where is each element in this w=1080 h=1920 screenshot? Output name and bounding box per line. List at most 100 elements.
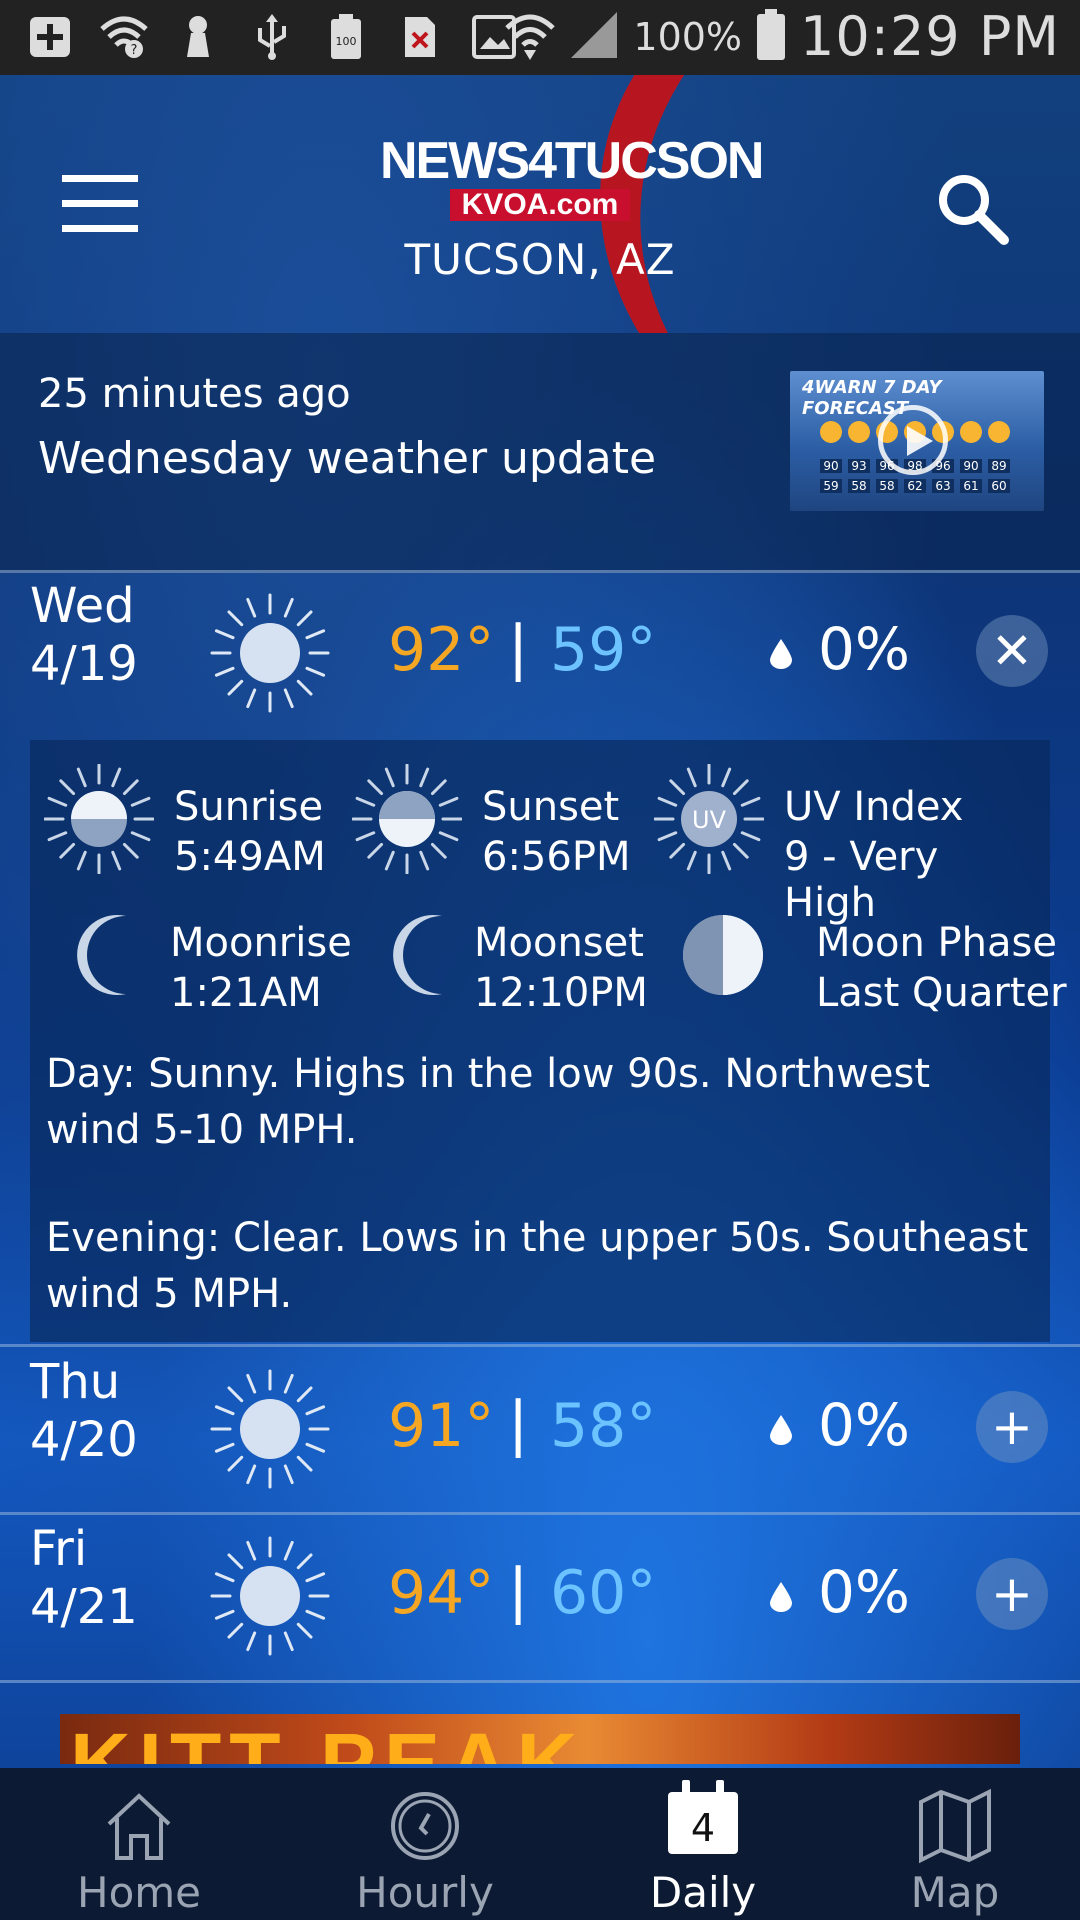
day-name: Fri xyxy=(30,1521,88,1577)
sunrise-item: Sunrise 5:49AM xyxy=(44,764,384,880)
day-detail-panel: Sunrise 5:49AM Sunset 6:56PM UV UV Index… xyxy=(30,740,1067,1342)
temp-separator: | xyxy=(508,1556,529,1626)
high-temp: 94° xyxy=(388,1558,495,1628)
nav-home-label: Home xyxy=(76,1868,202,1917)
uv-icon: UV xyxy=(654,764,764,874)
nav-daily[interactable]: 4 Daily xyxy=(568,1768,838,1920)
nav-hourly-label: Hourly xyxy=(356,1868,494,1917)
moonset-label: Moonset xyxy=(474,920,644,966)
map-icon xyxy=(919,1788,991,1864)
sunrise-label: Sunrise xyxy=(174,784,324,830)
location-label: TUCSON, AZ xyxy=(404,235,676,284)
ad-banner[interactable]: KITT PEAK xyxy=(60,1714,1020,1764)
raindrop-icon xyxy=(770,1415,792,1445)
status-bar: ? 100 100% 10:29 PM xyxy=(0,0,1080,75)
sunset-time: 6:56PM xyxy=(482,834,631,880)
news-title: Wednesday weather update xyxy=(38,433,657,484)
signal-icon xyxy=(569,10,619,64)
uv-index-item: UV UV Index 9 - Very High xyxy=(654,764,994,926)
no-sim-icon xyxy=(396,13,444,61)
menu-button[interactable] xyxy=(62,175,138,232)
high-temp: 92° xyxy=(388,615,495,685)
bottom-nav: Home Hourly 4 Daily Map xyxy=(0,1768,1080,1920)
raindrop-icon xyxy=(770,1582,792,1612)
sunrise-time: 5:49AM xyxy=(174,834,326,880)
evening-forecast-text: Evening: Clear. Lows in the upper 50s. S… xyxy=(46,1215,1029,1317)
logo-line2: KVOA.com xyxy=(449,189,631,221)
temp-separator: | xyxy=(508,1389,529,1459)
sunny-icon xyxy=(208,591,332,715)
thumb-lows: 59 58 58 62 63 61 60 xyxy=(820,479,1010,493)
crescent-moon-icon xyxy=(77,915,126,995)
svg-text:100: 100 xyxy=(336,35,357,48)
app-header: NEWS4TUCSON KVOA.com TUCSON, AZ xyxy=(0,75,1080,333)
search-icon xyxy=(939,175,1009,245)
precip-chance: 0% xyxy=(818,1391,911,1459)
battery-100-icon: 100 xyxy=(322,13,370,61)
uv-label: UV Index xyxy=(784,784,964,830)
crescent-moon-icon xyxy=(393,915,442,995)
svg-text:?: ? xyxy=(131,43,138,58)
wifi-question-icon: ? xyxy=(100,13,148,61)
divider xyxy=(0,1512,1080,1515)
nav-hourly[interactable]: Hourly xyxy=(290,1768,560,1920)
collapse-button[interactable]: ✕ xyxy=(976,615,1048,687)
station-logo: NEWS4TUCSON KVOA.com xyxy=(380,135,764,221)
raindrop-icon xyxy=(770,639,792,669)
plus-icon xyxy=(26,13,74,61)
low-temp: 58° xyxy=(550,1391,657,1461)
svg-text:UV: UV xyxy=(692,806,727,834)
moon-phase-label: Moon Phase xyxy=(816,920,1057,966)
low-temp: 60° xyxy=(550,1558,657,1628)
wifi-icon xyxy=(505,10,556,64)
day-row-thu[interactable]: Thu 4/20 91° | 58° 0% + xyxy=(0,1349,1080,1509)
day-name: Wed xyxy=(30,578,135,634)
calendar-icon: 4 xyxy=(668,1780,738,1854)
nav-daily-label: Daily xyxy=(649,1868,757,1917)
usb-icon xyxy=(248,13,296,61)
divider xyxy=(0,1344,1080,1347)
moon-phase-item: Moon Phase Last Quarter xyxy=(678,900,1067,1016)
sunny-icon xyxy=(208,1367,332,1491)
expand-button[interactable]: + xyxy=(976,1391,1048,1463)
day-row-wed[interactable]: Wed 4/19 92° | 59° 0% ✕ xyxy=(0,573,1080,733)
moon-phase-value: Last Quarter xyxy=(816,970,1067,1016)
moonrise-label: Moonrise xyxy=(170,920,352,966)
nav-map[interactable]: Map xyxy=(820,1768,1080,1920)
sunset-label: Sunset xyxy=(482,784,620,830)
day-date: 4/21 xyxy=(30,1579,138,1635)
day-row-fri[interactable]: Fri 4/21 94° | 60° 0% + xyxy=(0,1516,1080,1676)
high-temp: 91° xyxy=(388,1391,495,1461)
sunset-item: Sunset 6:56PM xyxy=(352,764,692,880)
news-video-item[interactable]: 25 minutes ago Wednesday weather update … xyxy=(0,333,1080,573)
half-moon-icon xyxy=(683,915,763,995)
play-icon[interactable] xyxy=(878,405,948,475)
temp-separator: | xyxy=(508,613,529,683)
clock-icon xyxy=(391,1792,459,1860)
sunset-icon xyxy=(352,764,462,874)
sunrise-icon xyxy=(44,764,154,874)
moonrise-item: Moonrise 1:21AM xyxy=(70,900,410,1016)
low-temp: 59° xyxy=(550,615,657,685)
battery-percent: 100% xyxy=(633,14,743,59)
ad-text: KITT PEAK xyxy=(70,1716,586,1764)
precip-chance: 0% xyxy=(818,615,911,683)
day-name: Thu xyxy=(30,1354,121,1410)
expand-button[interactable]: + xyxy=(976,1558,1048,1630)
hamburger-icon xyxy=(62,175,138,182)
search-button[interactable] xyxy=(934,170,1010,246)
divider xyxy=(0,1680,1080,1683)
sunny-icon xyxy=(208,1534,332,1658)
video-thumbnail[interactable]: 4WARN 7 DAY FORECAST 90 93 96 98 96 90 89 59 58… xyxy=(790,371,1044,511)
battery-icon xyxy=(756,8,786,65)
nav-home[interactable]: Home xyxy=(4,1768,274,1920)
keyhole-icon xyxy=(174,13,222,61)
day-date: 4/20 xyxy=(30,1412,138,1468)
news-time-ago: 25 minutes ago xyxy=(38,371,351,417)
home-icon xyxy=(107,1793,171,1860)
nav-map-label: Map xyxy=(910,1868,1000,1917)
moonset-time: 12:10PM xyxy=(474,970,648,1016)
day-forecast-text: Day: Sunny. Highs in the low 90s. Northw… xyxy=(46,1051,931,1153)
clock-time: 10:29 PM xyxy=(800,5,1060,68)
moonset-item: Moonset 12:10PM xyxy=(386,900,726,1016)
